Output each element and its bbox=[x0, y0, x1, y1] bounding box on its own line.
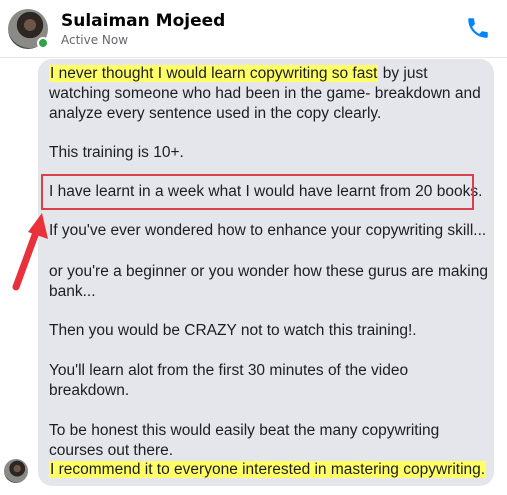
message-text: by just bbox=[378, 65, 428, 82]
highlighted-text: I recommend it to everyone interested in… bbox=[49, 461, 487, 478]
sender-avatar[interactable] bbox=[4, 459, 28, 483]
message-line: analyze every sentence used in the copy … bbox=[49, 105, 382, 122]
message-line: bank... bbox=[49, 283, 96, 300]
message-line: breakdown. bbox=[49, 382, 130, 399]
online-status-dot bbox=[37, 37, 49, 49]
message-line: watching someone who had been in the gam… bbox=[49, 85, 481, 102]
message-line: courses out there. bbox=[49, 442, 174, 459]
message-line: You'll learn alot from the first 30 minu… bbox=[49, 362, 409, 379]
contact-status: Active Now bbox=[61, 33, 129, 47]
red-arrow-annotation bbox=[12, 213, 48, 291]
highlight-box-annotation bbox=[41, 174, 474, 210]
chat-header: Sulaiman Mojeed Active Now bbox=[0, 0, 507, 58]
message-line: I never thought I would learn copywritin… bbox=[49, 64, 428, 84]
phone-icon[interactable] bbox=[465, 15, 491, 41]
message-line: To be honest this would easily beat the … bbox=[49, 422, 440, 439]
message-line: Then you would be CRAZY not to watch thi… bbox=[49, 322, 417, 339]
message-line: This training is 10+. bbox=[49, 144, 184, 161]
contact-name[interactable]: Sulaiman Mojeed bbox=[61, 11, 225, 31]
highlighted-text: I never thought I would learn copywritin… bbox=[49, 65, 379, 82]
message-line: If you've ever wondered how to enhance y… bbox=[49, 222, 487, 239]
contact-avatar[interactable] bbox=[8, 9, 49, 49]
message-line: or you're a beginner or you wonder how t… bbox=[49, 263, 488, 280]
message-line: I recommend it to everyone interested in… bbox=[49, 460, 487, 480]
